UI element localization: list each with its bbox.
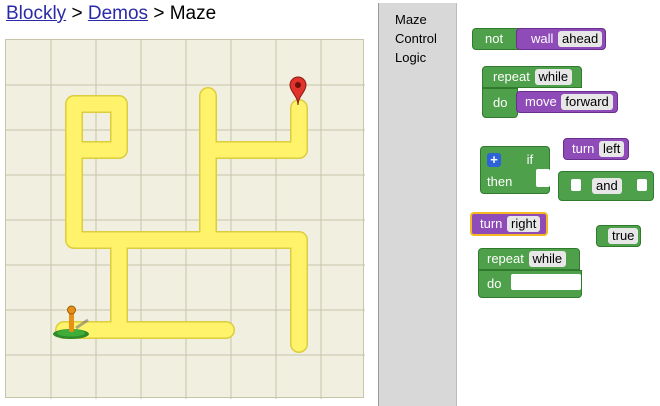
boolean-dropdown[interactable]: true	[608, 228, 639, 244]
do-label: do	[487, 276, 502, 291]
if-label: if	[526, 152, 534, 167]
breadcrumb-current: Maze	[169, 3, 217, 24]
and-left-socket	[571, 179, 581, 191]
repeat-while-block-2[interactable]: repeat while	[478, 248, 580, 270]
turn-left-dropdown[interactable]: left	[599, 141, 625, 157]
and-block[interactable]: and	[558, 171, 654, 201]
wall-ahead-label: wall	[531, 31, 554, 46]
if-then-block[interactable]: + if then	[480, 146, 550, 194]
repeat-label: repeat	[487, 251, 524, 266]
breadcrumb-link-blockly[interactable]: Blockly	[6, 3, 66, 24]
maze-board	[5, 39, 365, 399]
not-block[interactable]: not	[472, 28, 522, 50]
pegman-icon	[53, 305, 89, 339]
logic-operation-dropdown[interactable]: and	[592, 178, 622, 194]
do-label: do	[493, 95, 508, 110]
mutator-plus-icon[interactable]: +	[487, 153, 501, 167]
wall-ahead-block[interactable]: wall ahead	[516, 28, 606, 50]
move-forward-block[interactable]: move forward	[516, 91, 618, 113]
turn-right-block[interactable]: turn right	[470, 212, 548, 236]
do-statement-slot	[511, 274, 581, 290]
true-block[interactable]: true	[596, 225, 641, 247]
breadcrumb-separator: >	[153, 3, 165, 24]
turn-left-block[interactable]: turn left	[563, 138, 629, 160]
repeat-mode-dropdown[interactable]: while	[534, 69, 573, 85]
blockly-workspace[interactable]	[456, 3, 660, 406]
repeat-label: repeat	[493, 69, 530, 84]
turn-label: turn	[572, 141, 595, 156]
repeat-while-block[interactable]: repeat while	[482, 66, 582, 88]
toolbox-category-control[interactable]: Control	[379, 29, 456, 48]
breadcrumb: Blockly > Demos > Maze	[6, 3, 216, 25]
move-direction-dropdown[interactable]: forward	[561, 94, 613, 110]
turn-label: turn	[480, 216, 503, 231]
repeat-do-section-2: do	[478, 270, 582, 298]
repeat-mode-dropdown[interactable]: while	[528, 251, 567, 267]
and-right-socket	[637, 179, 647, 191]
breadcrumb-separator: >	[71, 3, 83, 24]
toolbox: Maze Control Logic	[378, 3, 456, 406]
turn-right-dropdown[interactable]: right	[507, 216, 541, 232]
repeat-do-section: do	[482, 88, 518, 118]
then-label: then	[487, 174, 513, 189]
if-then-notch	[536, 169, 550, 187]
toolbox-category-maze[interactable]: Maze	[379, 3, 456, 29]
move-label: move	[525, 94, 557, 109]
not-block-label: not	[485, 31, 504, 46]
wall-direction-dropdown[interactable]: ahead	[558, 31, 603, 47]
maze-svg	[6, 40, 365, 399]
goal-marker-icon	[289, 76, 307, 106]
breadcrumb-link-demos[interactable]: Demos	[88, 3, 148, 24]
toolbox-category-logic[interactable]: Logic	[379, 48, 456, 67]
